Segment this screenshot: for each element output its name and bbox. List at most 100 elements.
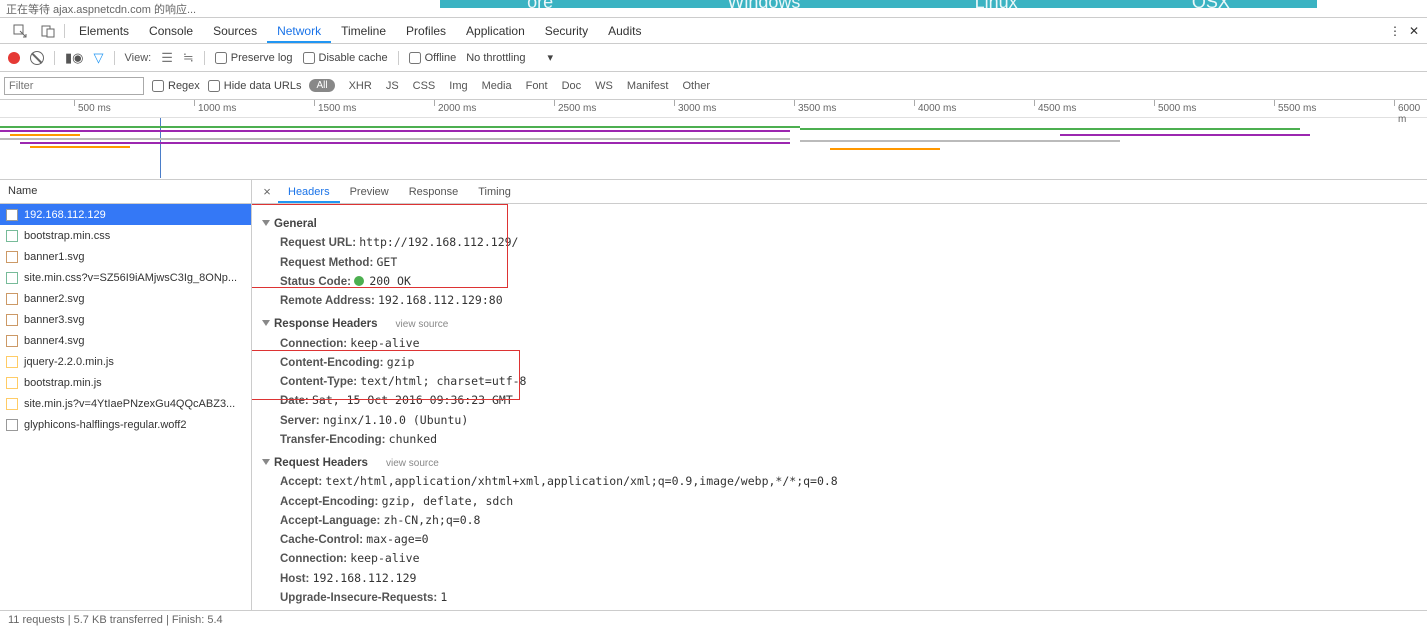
filter-type-manifest[interactable]: Manifest: [627, 80, 669, 92]
file-icon: [6, 209, 18, 221]
filter-toggle-icon[interactable]: ▽: [94, 50, 104, 66]
request-row[interactable]: glyphicons-halflings-regular.woff2: [0, 414, 251, 435]
browser-status-bar: 正在等待 ajax.aspnetcdn.com 的响应... ore Windo…: [0, 0, 1427, 18]
status-dot-icon: [354, 276, 364, 286]
request-row[interactable]: site.min.js?v=4YtIaePNzexGu4QQcABZ3...: [0, 393, 251, 414]
hide-data-urls-checkbox[interactable]: Hide data URLs: [208, 80, 302, 92]
request-row[interactable]: jquery-2.2.0.min.js: [0, 351, 251, 372]
request-row[interactable]: banner2.svg: [0, 288, 251, 309]
kv-req-accept-language: Accept-Language: zh-CN,zh;q=0.8: [262, 512, 1417, 530]
timeline-graph: [0, 118, 1427, 178]
timeline-tick: 5500 ms: [1278, 103, 1316, 114]
network-toolbar: ▮◉ ▽ View: ☰ ≒ Preserve log Disable cach…: [0, 44, 1427, 72]
request-name: banner4.svg: [24, 335, 85, 347]
tab-audits[interactable]: Audits: [598, 19, 651, 43]
request-name: banner2.svg: [24, 293, 85, 305]
tab-network[interactable]: Network: [267, 19, 331, 43]
separator: [398, 51, 399, 65]
request-row[interactable]: banner4.svg: [0, 330, 251, 351]
detail-tab-preview[interactable]: Preview: [340, 181, 399, 203]
network-status-bar: 11 requests | 5.7 KB transferred | Finis…: [0, 610, 1427, 630]
tab-profiles[interactable]: Profiles: [396, 19, 456, 43]
disable-cache-checkbox[interactable]: Disable cache: [303, 52, 388, 64]
filter-type-js[interactable]: JS: [386, 80, 399, 92]
timeline-tick: 3000 ms: [678, 103, 716, 114]
tab-security[interactable]: Security: [535, 19, 598, 43]
device-toggle-icon[interactable]: [36, 21, 60, 41]
request-name: site.min.js?v=4YtIaePNzexGu4QQcABZ3...: [24, 398, 235, 410]
kv-req-upgrade-insecure: Upgrade-Insecure-Requests: 1: [262, 589, 1417, 607]
file-icon: [6, 398, 18, 410]
request-name: site.min.css?v=SZ56I9iAMjwsC3Ig_8ONp...: [24, 272, 237, 284]
offline-checkbox[interactable]: Offline: [409, 52, 457, 64]
file-icon: [6, 419, 18, 431]
request-name: glyphicons-halflings-regular.woff2: [24, 419, 186, 431]
separator: [54, 51, 55, 65]
timeline-tick: 4000 ms: [918, 103, 956, 114]
tab-sources[interactable]: Sources: [203, 19, 267, 43]
kv-resp-transfer-encoding: Transfer-Encoding: chunked: [262, 431, 1417, 449]
kv-req-user-agent: User-Agent: Mozilla/5.0 (Windows NT 10.0…: [262, 608, 1417, 610]
kebab-menu-icon[interactable]: ⋮: [1389, 24, 1401, 38]
section-general[interactable]: General: [262, 216, 1417, 233]
filter-input[interactable]: [4, 77, 144, 95]
file-icon: [6, 230, 18, 242]
kv-resp-date: Date: Sat, 15 Oct 2016 09:36:23 GMT: [262, 392, 1417, 410]
filter-type-other[interactable]: Other: [682, 80, 710, 92]
detail-tab-timing[interactable]: Timing: [468, 181, 521, 203]
requests-list: 192.168.112.129 bootstrap.min.cssbanner1.…: [0, 204, 251, 610]
request-row[interactable]: bootstrap.min.js: [0, 372, 251, 393]
large-rows-icon[interactable]: ☰: [161, 50, 173, 66]
file-icon: [6, 356, 18, 368]
filter-type-img[interactable]: Img: [449, 80, 467, 92]
kv-status-code: Status Code: 200 OK: [262, 273, 1417, 291]
clear-button[interactable]: [30, 51, 44, 65]
section-request-headers[interactable]: Request Headersview source: [262, 455, 1417, 472]
timeline-tick: 4500 ms: [1038, 103, 1076, 114]
view-source-link[interactable]: view source: [396, 317, 449, 332]
filter-all-pill[interactable]: All: [309, 79, 334, 92]
headers-body: General Request URL: http://192.168.112.…: [252, 204, 1427, 610]
request-row[interactable]: banner1.svg: [0, 246, 251, 267]
section-response-headers[interactable]: Response Headersview source: [262, 316, 1417, 333]
detail-tab-headers[interactable]: Headers: [278, 181, 340, 203]
view-source-link[interactable]: view source: [386, 456, 439, 471]
browser-status-text: 正在等待 ajax.aspnetcdn.com 的响应...: [6, 1, 196, 17]
tab-timeline[interactable]: Timeline: [331, 19, 396, 43]
kv-request-method: Request Method: GET: [262, 254, 1417, 272]
capture-screenshots-icon[interactable]: ▮◉: [65, 50, 84, 66]
request-row[interactable]: bootstrap.min.css: [0, 225, 251, 246]
kv-req-accept: Accept: text/html,application/xhtml+xml,…: [262, 473, 1417, 491]
close-devtools-icon[interactable]: ✕: [1409, 24, 1419, 38]
record-button[interactable]: [8, 52, 20, 64]
tab-elements[interactable]: Elements: [69, 19, 139, 43]
requests-column: Name 192.168.112.129bootstrap.min.cssban…: [0, 180, 252, 610]
filter-type-font[interactable]: Font: [526, 80, 548, 92]
name-column-header[interactable]: Name: [0, 180, 251, 204]
kv-resp-server: Server: nginx/1.10.0 (Ubuntu): [262, 412, 1417, 430]
filter-type-media[interactable]: Media: [482, 80, 512, 92]
timeline-overview[interactable]: 500 ms1000 ms1500 ms2000 ms2500 ms3000 m…: [0, 100, 1427, 180]
regex-checkbox[interactable]: Regex: [152, 80, 200, 92]
preserve-log-checkbox[interactable]: Preserve log: [215, 52, 293, 64]
separator: [204, 51, 205, 65]
detail-tab-response[interactable]: Response: [399, 181, 469, 203]
file-icon: [6, 335, 18, 347]
tab-application[interactable]: Application: [456, 19, 535, 43]
waterfall-icon[interactable]: ≒: [183, 50, 194, 66]
inspect-element-icon[interactable]: [8, 21, 32, 41]
request-row[interactable]: site.min.css?v=SZ56I9iAMjwsC3Ig_8ONp...: [0, 267, 251, 288]
filter-type-css[interactable]: CSS: [413, 80, 436, 92]
close-detail-icon[interactable]: ×: [258, 184, 276, 199]
tab-console[interactable]: Console: [139, 19, 203, 43]
request-row[interactable]: 192.168.112.129: [0, 204, 251, 225]
kv-resp-content-type: Content-Type: text/html; charset=utf-8: [262, 373, 1417, 391]
filter-type-xhr[interactable]: XHR: [349, 80, 372, 92]
filter-type-doc[interactable]: Doc: [562, 80, 582, 92]
file-icon: [6, 293, 18, 305]
request-name: 192.168.112.129: [24, 209, 106, 221]
filter-type-ws[interactable]: WS: [595, 80, 613, 92]
file-icon: [6, 377, 18, 389]
request-row[interactable]: banner3.svg: [0, 309, 251, 330]
throttling-select[interactable]: No throttling▾: [466, 51, 553, 64]
